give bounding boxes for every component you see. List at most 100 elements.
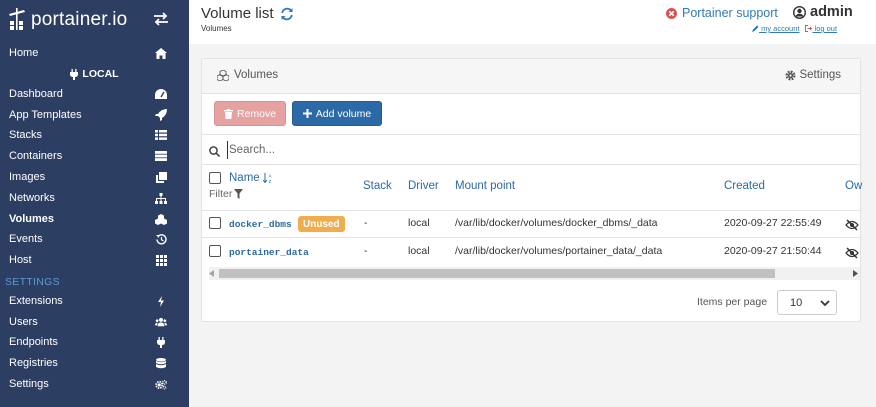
sidebar-item-events[interactable]: Events xyxy=(0,229,189,249)
chevron-down-icon xyxy=(820,300,830,307)
settings-heading: SETTINGS xyxy=(5,276,60,288)
breadcrumb: Volumes xyxy=(201,24,232,33)
panel-header: Volumes Settings xyxy=(202,59,860,94)
select-all-checkbox[interactable] xyxy=(209,172,221,184)
column-header-ownership[interactable]: Ow xyxy=(845,180,862,192)
filter-icon xyxy=(234,189,244,199)
sidebar-item-label: Containers xyxy=(9,150,63,162)
row-checkbox[interactable] xyxy=(209,217,221,229)
sidebar-item-users[interactable]: Users xyxy=(0,312,189,332)
sidebar-item-home[interactable]: Home xyxy=(0,43,189,63)
th-icon xyxy=(155,254,167,266)
search-icon xyxy=(209,144,221,158)
sidebar-item-images[interactable]: Images xyxy=(0,167,189,187)
cog-icon xyxy=(785,70,796,80)
filter-button[interactable]: Filter xyxy=(209,188,244,200)
sidebar-item-containers[interactable]: Containers xyxy=(0,146,189,166)
sidebar-item-endpoints[interactable]: Endpoints xyxy=(0,332,189,352)
clone-icon xyxy=(155,171,167,183)
sidebar-item-label: App Templates xyxy=(9,109,82,121)
panel-title: Volumes xyxy=(217,69,278,81)
sidebar: portainer.io Home LOCAL Dashboard App Te… xyxy=(0,0,189,407)
support-label: Portainer support xyxy=(682,6,778,20)
driver-cell: local xyxy=(408,217,430,229)
sidebar-item-app-templates[interactable]: App Templates xyxy=(0,105,189,125)
volumes-panel: Volumes Settings Remove Add volume Name … xyxy=(201,58,862,322)
database-icon xyxy=(155,357,167,369)
cubes-icon xyxy=(217,69,229,81)
sidebar-item-extensions[interactable]: Extensions xyxy=(0,291,189,311)
sidebar-item-label: Stacks xyxy=(9,129,43,141)
volume-name-link[interactable]: docker_dbms xyxy=(229,219,292,230)
username: admin xyxy=(810,4,853,20)
sidebar-item-label: Endpoints xyxy=(9,336,58,348)
my-account-link[interactable]: my account xyxy=(752,24,799,33)
users-icon xyxy=(155,316,167,328)
sidebar-item-networks[interactable]: Networks xyxy=(0,188,189,208)
eye-slash-icon xyxy=(845,246,859,259)
column-header-name[interactable]: Name AZ xyxy=(229,172,273,184)
tachometer-icon xyxy=(155,88,167,100)
home-icon xyxy=(155,47,167,59)
sidebar-item-volumes[interactable]: Volumes xyxy=(0,209,189,229)
endpoint-name: LOCAL xyxy=(82,68,119,80)
refresh-icon[interactable] xyxy=(280,7,294,21)
sidebar-item-label: Volumes xyxy=(9,213,55,225)
times-circle-icon xyxy=(666,7,677,19)
column-header-mount-point[interactable]: Mount point xyxy=(455,180,515,192)
driver-cell: local xyxy=(408,245,430,257)
items-per-page-select[interactable]: 10 xyxy=(777,290,837,315)
sidebar-toggle-icon[interactable] xyxy=(153,12,169,26)
log-out-link[interactable]: log out xyxy=(805,24,837,33)
user-menu: admin xyxy=(792,4,853,20)
page-title: Volume list xyxy=(201,5,294,22)
sidebar-item-label: Users xyxy=(9,316,38,328)
sidebar-item-stacks[interactable]: Stacks xyxy=(0,125,189,145)
support-link[interactable]: Portainer support xyxy=(666,6,778,20)
search-bar xyxy=(202,134,860,165)
row-divider xyxy=(202,210,860,211)
sitemap-icon xyxy=(155,192,167,204)
svg-text:Z: Z xyxy=(268,179,271,183)
scroll-right-icon[interactable] xyxy=(852,270,858,277)
bolt-icon xyxy=(155,295,167,307)
plug-icon xyxy=(70,68,79,80)
add-volume-button[interactable]: Add volume xyxy=(292,101,382,126)
scroll-left-icon[interactable] xyxy=(209,270,215,277)
svg-text:A: A xyxy=(268,174,271,179)
column-header-stack[interactable]: Stack xyxy=(363,180,392,192)
sidebar-item-host[interactable]: Host xyxy=(0,250,189,270)
eye-slash-icon xyxy=(845,218,859,231)
sidebar-item-registries[interactable]: Registries xyxy=(0,353,189,373)
row-divider xyxy=(202,237,860,238)
page-title-text: Volume list xyxy=(201,5,274,22)
mount-point-cell: /var/lib/docker/volumes/docker_dbms/_dat… xyxy=(455,217,658,229)
column-header-created[interactable]: Created xyxy=(724,180,765,192)
created-cell: 2020-09-27 21:50:44 xyxy=(724,245,822,257)
table-settings-button[interactable]: Settings xyxy=(785,69,841,81)
sidebar-item-label: Settings xyxy=(9,378,49,390)
sidebar-item-label: Extensions xyxy=(9,295,63,307)
remove-button[interactable]: Remove xyxy=(214,101,286,126)
sidebar-item-settings[interactable]: Settings xyxy=(0,374,189,394)
horizontal-scrollbar[interactable] xyxy=(209,267,860,280)
search-input[interactable] xyxy=(227,141,647,159)
sidebar-item-label: Host xyxy=(9,254,32,266)
column-header-driver[interactable]: Driver xyxy=(408,180,439,192)
items-per-page-value: 10 xyxy=(790,296,803,309)
row-checkbox[interactable] xyxy=(209,245,221,257)
unused-badge: Unused xyxy=(298,216,345,232)
sidebar-item-label: Home xyxy=(9,47,39,59)
user-circle-icon xyxy=(792,5,807,19)
plus-icon xyxy=(302,109,312,118)
rocket-icon xyxy=(155,109,167,121)
items-per-page-label: Items per page xyxy=(697,296,768,308)
th-list-icon xyxy=(155,129,167,141)
cubes-icon xyxy=(155,213,167,225)
sidebar-item-label: Dashboard xyxy=(9,88,63,100)
volume-name-link[interactable]: portainer_data xyxy=(229,247,309,258)
history-icon xyxy=(155,233,167,245)
brand[interactable]: portainer.io xyxy=(0,0,189,40)
scrollbar-thumb[interactable] xyxy=(219,269,775,278)
sidebar-item-dashboard[interactable]: Dashboard xyxy=(0,84,189,104)
